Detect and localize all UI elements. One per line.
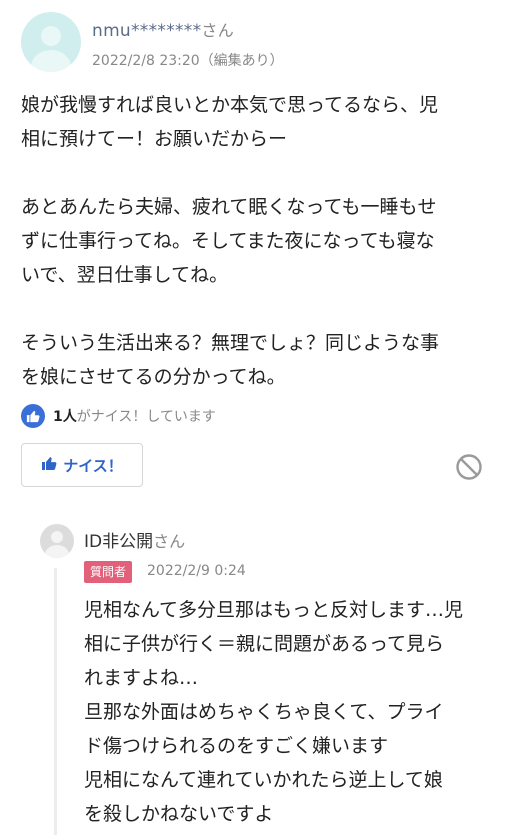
answer-meta: 2022/2/8 23:20（編集あり） <box>92 53 284 69</box>
nice-summary: 1人 がナイス！しています <box>21 403 216 429</box>
answer-line: あとあんたら夫婦、疲れて眠くなっても一睡もせ <box>21 196 437 218</box>
answer-blank-line <box>21 156 491 190</box>
answerer-avatar[interactable] <box>21 12 81 72</box>
block-icon[interactable] <box>455 453 483 481</box>
answer-line: を娘にさせてるの分かってね。 <box>21 366 286 388</box>
answer-line: そういう生活出来る？無理でしょ？同じような事 <box>21 332 440 354</box>
answerer-username: nmu******** <box>92 21 202 41</box>
answerer-name-suffix: さん <box>201 21 235 40</box>
reply-line: 児相なんて多分旦那はもっと反対します…児 <box>84 599 464 621</box>
answer-blank-line <box>21 292 491 326</box>
answer-line: 相に預けてー！お願いだからー <box>21 128 288 150</box>
nice-count: 1人 <box>53 409 77 425</box>
reply-line: 相に子供が行く＝親に問題があるって見ら <box>84 633 445 655</box>
reply-line: 児相になんて連れていかれたら逆上して娘 <box>84 769 443 791</box>
replier-username: ID非公開 <box>84 532 154 552</box>
reply-thread-line <box>54 568 57 835</box>
questioner-badge: 質問者 <box>84 561 133 583</box>
nice-button[interactable]: ナイス！ <box>21 443 143 487</box>
reply-date: 2022/2/9 0:24 <box>147 563 246 579</box>
answerer-name[interactable]: nmu********さん <box>92 17 234 41</box>
nice-button-label: ナイス！ <box>63 456 123 475</box>
nice-count-text: がナイス！しています <box>76 409 216 425</box>
thumbs-up-icon <box>21 404 45 428</box>
reply-line: を殺しかねないですよ <box>84 803 274 825</box>
replier-name-suffix: さん <box>153 532 186 551</box>
replier-avatar[interactable] <box>40 524 74 558</box>
reply-line: ド傷つけられるのをすごく嫌います <box>84 735 389 757</box>
reply-line: 旦那な外面はめちゃくちゃ良くて、プライ <box>84 701 444 723</box>
thumbs-up-icon <box>41 455 57 475</box>
replier-name[interactable]: ID非公開さん <box>84 527 185 552</box>
reply-body: 児相なんて多分旦那はもっと反対します…児 相に子供が行く＝親に問題があるって見ら… <box>84 593 500 831</box>
answer-line: いで、翌日仕事してね。 <box>21 264 229 286</box>
answer-line: ずに仕事行ってね。そしてまた夜になっても寝な <box>21 230 435 252</box>
reply-line: れますよね… <box>84 667 199 689</box>
answer-line: 娘が我慢すれば良いとか本気で思ってるなら、児 <box>21 94 439 116</box>
answer-body: 娘が我慢すれば良いとか本気で思ってるなら、児 相に預けてー！お願いだからー あと… <box>21 88 491 394</box>
